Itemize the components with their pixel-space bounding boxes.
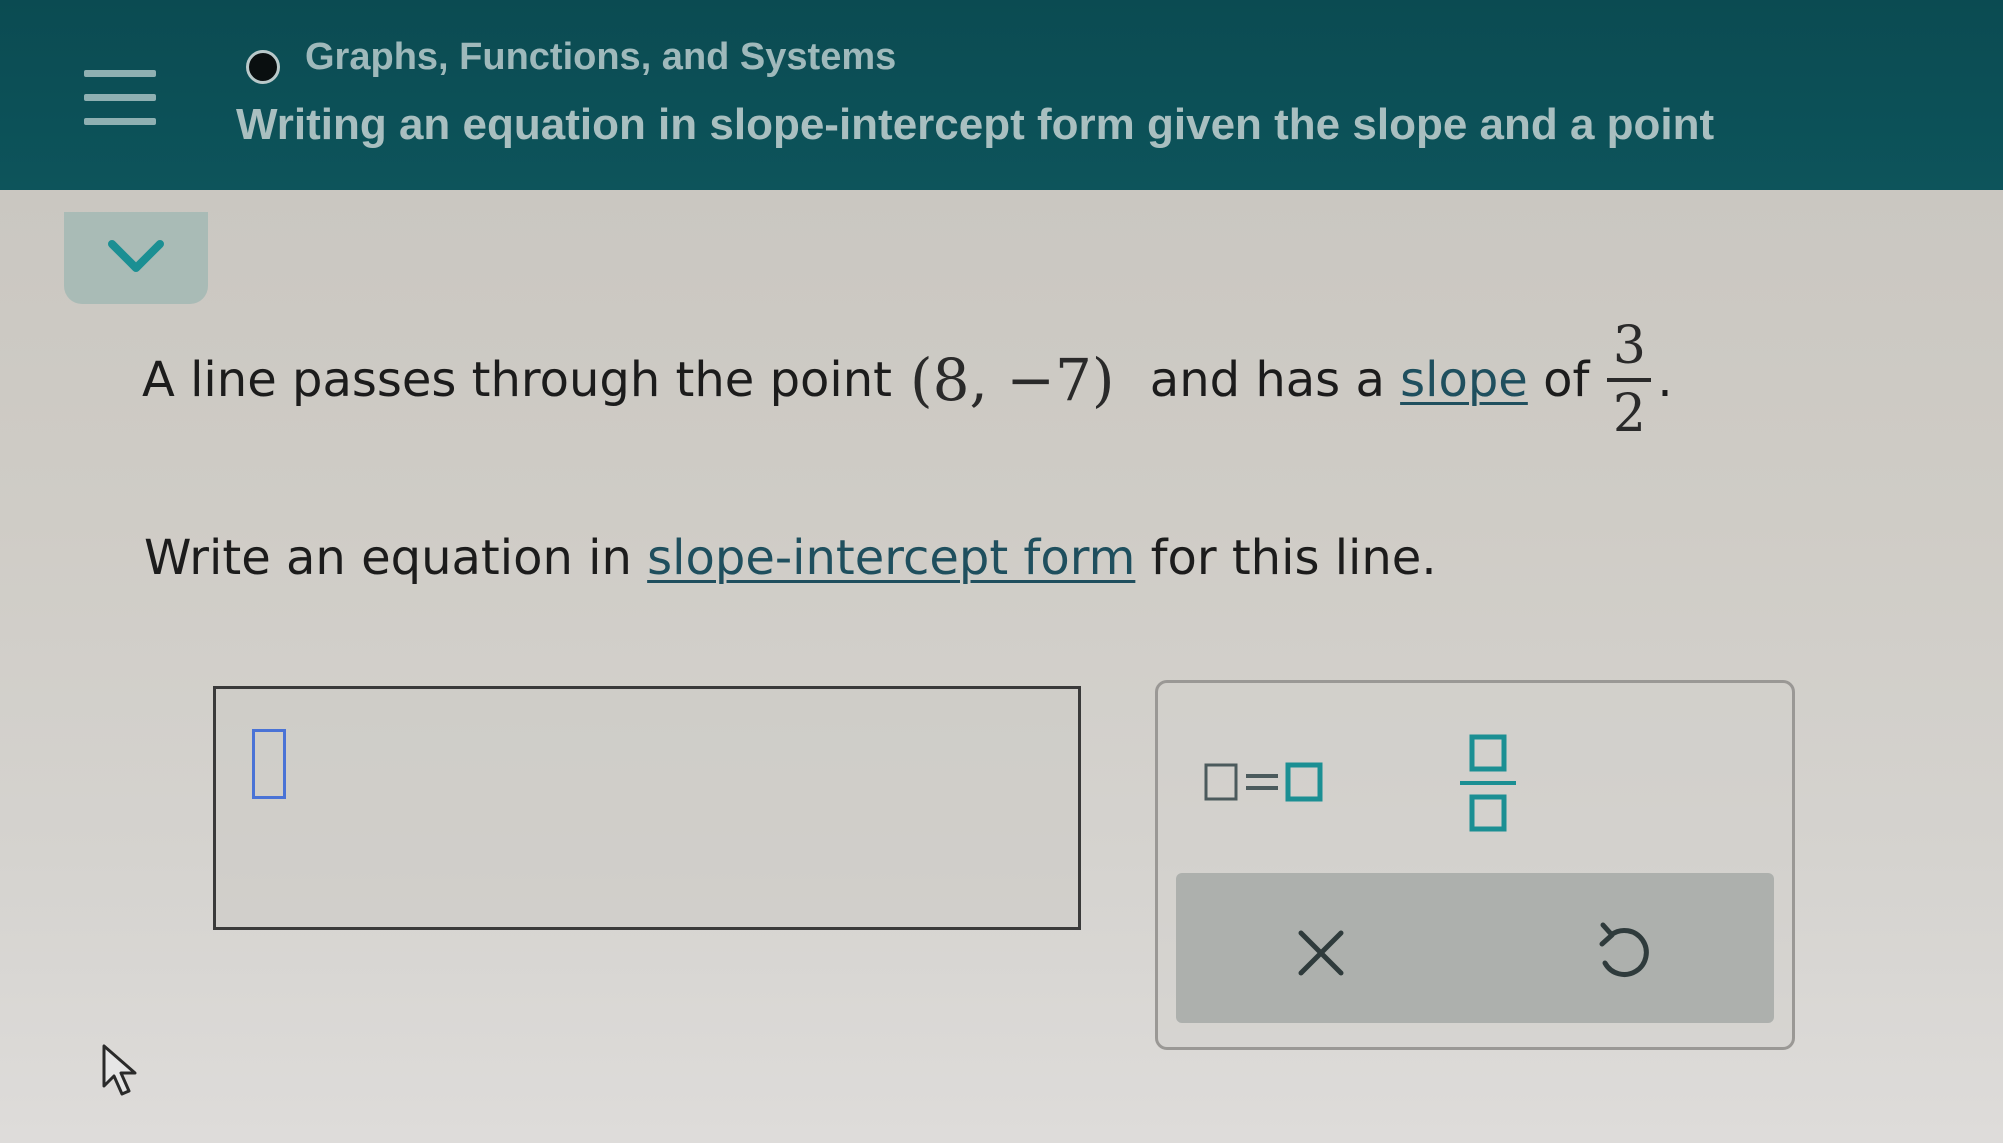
keypad-action-bar — [1176, 873, 1774, 1023]
header-bar: Graphs, Functions, and Systems Writing a… — [0, 0, 2003, 190]
slope-denominator: 2 — [1612, 384, 1646, 444]
slope-fraction: 3 2 — [1607, 316, 1652, 444]
input-cursor-slot[interactable] — [252, 729, 286, 799]
answer-input[interactable] — [213, 686, 1081, 930]
hamburger-menu-icon[interactable] — [84, 70, 156, 126]
topic-progress-dot — [246, 50, 280, 84]
problem-statement: A line passes through the point (8, −7) … — [142, 305, 1673, 455]
point-coordinates: (8, −7) — [909, 346, 1115, 414]
close-icon — [1298, 930, 1344, 976]
chevron-down-icon — [108, 240, 164, 272]
slope-intercept-form-link[interactable]: slope-intercept form — [647, 530, 1135, 586]
slope-numerator: 3 — [1612, 316, 1646, 376]
topic-label: Graphs, Functions, and Systems — [305, 36, 897, 78]
math-keypad — [1155, 680, 1795, 1050]
mouse-pointer-icon — [100, 1042, 140, 1102]
fraction-template-button[interactable] — [1448, 729, 1528, 839]
equation-template-button[interactable] — [1202, 753, 1342, 813]
problem-of-text: of — [1527, 352, 1590, 408]
equation-template-icon — [1204, 762, 1323, 802]
instruction-prefix: Write an equation in — [144, 530, 648, 586]
collapse-tab[interactable] — [64, 212, 208, 304]
slope-link[interactable]: slope — [1400, 352, 1528, 408]
problem-period: . — [1657, 352, 1673, 408]
fraction-template-icon — [1460, 734, 1516, 832]
undo-button[interactable] — [1581, 913, 1661, 993]
clear-button[interactable] — [1281, 913, 1361, 993]
undo-icon — [1599, 922, 1649, 977]
lesson-title: Writing an equation in slope-intercept f… — [236, 100, 1715, 149]
instruction: Write an equation in slope-intercept for… — [144, 530, 1437, 586]
problem-prefix: A line passes through the point — [142, 352, 892, 408]
problem-middle: and has a — [1134, 352, 1401, 408]
instruction-suffix: for this line. — [1135, 530, 1437, 586]
